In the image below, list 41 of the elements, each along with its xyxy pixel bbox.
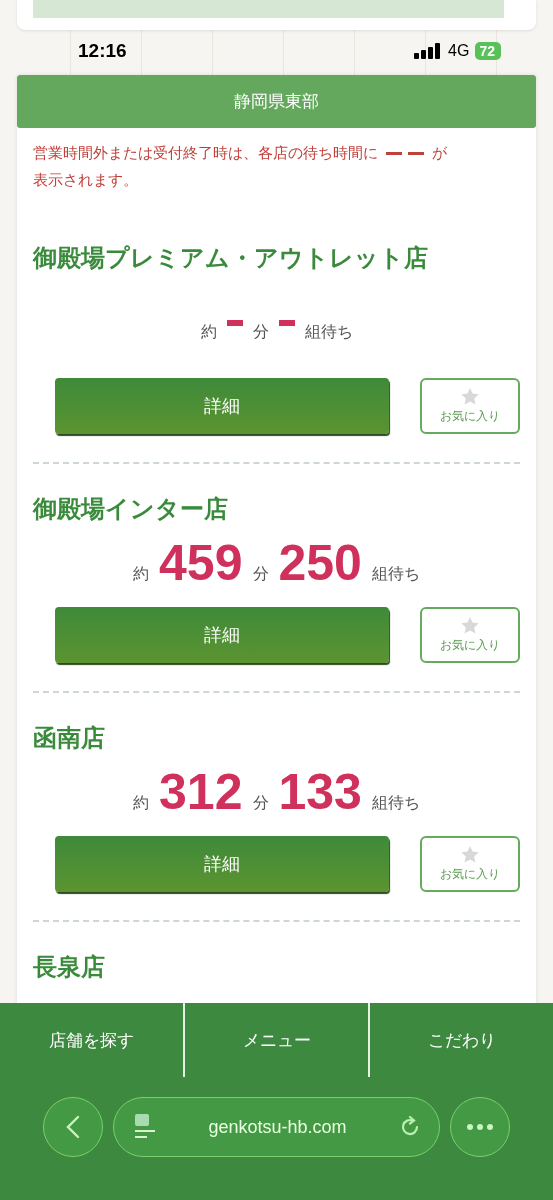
status-time: 12:16 [78,40,127,62]
wait-minutes: 459 [159,534,243,593]
notice-text: が [432,144,447,163]
network-label: 4G [448,42,470,60]
store-name: 御殿場インター店 [33,494,229,525]
store-name: 函南店 [33,723,106,754]
wait-prefix: 約 [200,321,217,343]
signal-icon [414,43,443,59]
favorite-button[interactable]: お気に入り [420,836,520,892]
detail-button[interactable]: 詳細 [55,378,389,434]
minutes-unit: 分 [252,321,269,343]
detail-button[interactable]: 詳細 [55,607,389,663]
wait-groups: 250 [278,533,362,593]
notice-text: 表示されます。 [33,171,138,190]
reload-icon [399,1116,421,1138]
notice-text: 営業時間外または受付終了時は、各店の待ち時間に [33,144,378,163]
nav-tab[interactable]: こだわり [368,1003,553,1077]
favorite-button[interactable]: お気に入り [420,607,520,663]
dash-icon [278,320,295,326]
minutes-unit: 分 [252,793,269,814]
wait-prefix: 約 [133,564,150,585]
dash-icon [386,152,424,155]
region-header: 静岡県東部 [17,75,536,128]
nav-tab[interactable]: 店舗を探す [0,1003,183,1077]
store-name: 御殿場プレミアム・アウトレット店 [33,243,429,274]
minutes-unit: 分 [252,564,269,585]
address-bar[interactable]: genkotsu-hb.com [113,1097,440,1157]
battery-level: 72 [475,42,501,60]
more-icon [467,1124,493,1130]
groups-unit: 組待ち [304,321,353,343]
wait-minutes: 312 [159,763,243,822]
detail-button[interactable]: 詳細 [55,836,389,892]
wait-prefix: 約 [133,793,150,814]
back-icon [66,1115,80,1139]
nav-tab[interactable]: メニュー [183,1003,368,1077]
store-name: 長泉店 [33,952,106,983]
groups-unit: 組待ち [371,564,420,585]
groups-unit: 組待ち [371,793,420,814]
favorite-button[interactable]: お気に入り [420,378,520,434]
wait-groups: 133 [278,762,362,822]
page-icon [134,1114,156,1140]
